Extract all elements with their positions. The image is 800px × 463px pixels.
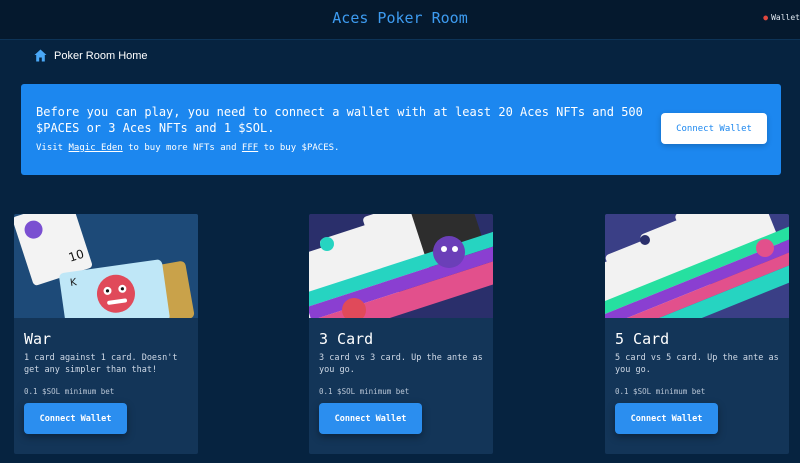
game-card-war: 10 K War 1 card against 1 card. Doesn't … [14, 214, 198, 454]
wallet-status[interactable]: ● Wallet [763, 13, 800, 22]
game-title: War [24, 330, 52, 348]
wallet-label: Wallet [771, 13, 800, 22]
fff-link[interactable]: FFF [242, 143, 258, 153]
game-description: 3 card vs 3 card. Up the ante as you go. [319, 353, 483, 375]
game-card-5-card: 5 Card 5 card vs 5 card. Up the ante as … [605, 214, 789, 454]
war-card-art: 10 K [14, 214, 198, 318]
banner-connect-wallet-button[interactable]: Connect Wallet [661, 113, 767, 144]
min-bet-label: 0.1 $SOL minimum bet [319, 387, 410, 396]
home-icon [34, 47, 47, 66]
requirement-banner: Before you can play, you need to connect… [21, 84, 781, 175]
breadcrumb[interactable]: Poker Room Home [34, 48, 148, 64]
status-dot-icon: ● [763, 13, 769, 22]
3-card-art [309, 214, 493, 318]
breadcrumb-label: Poker Room Home [54, 50, 148, 62]
app-title: Aces Poker Room [332, 9, 468, 27]
game-title: 3 Card [319, 330, 374, 348]
min-bet-label: 0.1 $SOL minimum bet [24, 387, 115, 396]
magic-eden-link[interactable]: Magic Eden [69, 143, 123, 153]
banner-sub-prefix: Visit [36, 143, 69, 153]
war-connect-wallet-button[interactable]: Connect Wallet [24, 403, 127, 434]
5-card-connect-wallet-button[interactable]: Connect Wallet [615, 403, 718, 434]
5-card-art [605, 214, 789, 318]
game-title: 5 Card [615, 330, 670, 348]
min-bet-label: 0.1 $SOL minimum bet [615, 387, 706, 396]
game-description: 5 card vs 5 card. Up the ante as you go. [615, 353, 779, 375]
top-bar: Aces Poker Room ● Wallet [0, 0, 800, 40]
banner-sub-suffix: to buy $PACES. [258, 143, 340, 153]
game-card-3-card: 3 Card 3 card vs 3 card. Up the ante as … [309, 214, 493, 454]
banner-message: Before you can play, you need to connect… [36, 105, 643, 135]
banner-sub-middle: to buy more NFTs and [122, 143, 242, 153]
banner-subtext: Visit Magic Eden to buy more NFTs and FF… [36, 143, 339, 153]
3-card-connect-wallet-button[interactable]: Connect Wallet [319, 403, 422, 434]
game-description: 1 card against 1 card. Doesn't get any s… [24, 353, 178, 375]
